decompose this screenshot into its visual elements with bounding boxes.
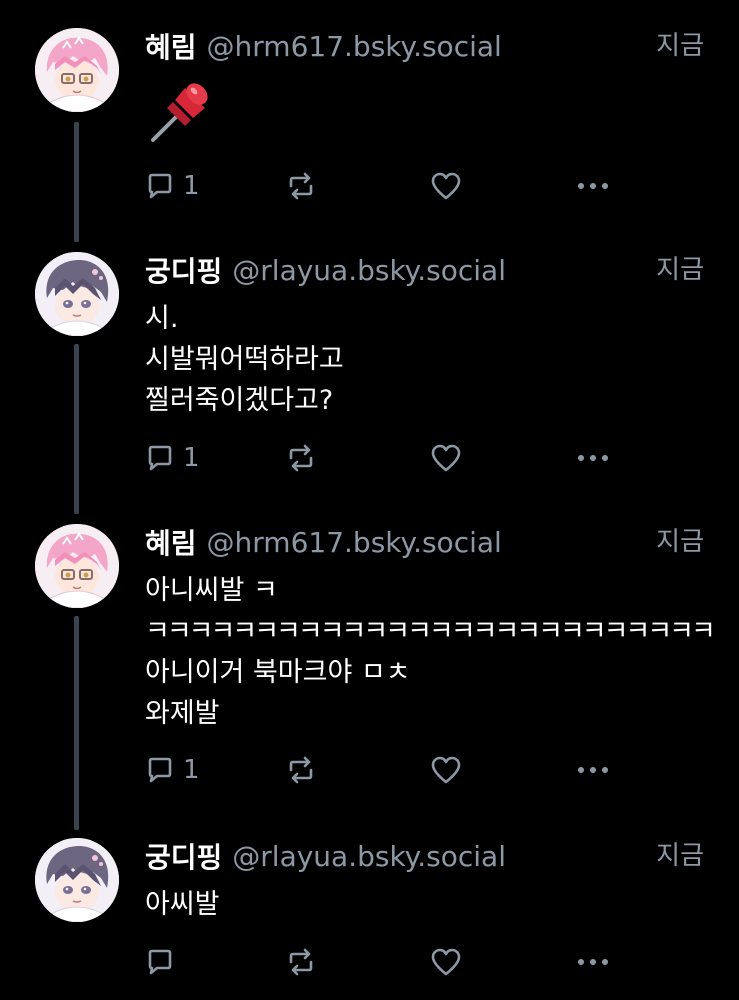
repost-arrows-icon (289, 756, 313, 784)
post-text-line: 아씨발 (145, 889, 220, 920)
post-body (145, 78, 709, 148)
avatar[interactable] (35, 838, 119, 922)
post-body: 아니씨발 ㅋ ㅋㅋㅋㅋㅋㅋㅋㅋㅋㅋㅋㅋㅋㅋㅋㅋㅋㅋㅋㅋㅋㅋㅋㅋㅋㅋ 아니이거 북… (145, 570, 716, 734)
heart-icon (431, 948, 461, 976)
like-button[interactable] (430, 440, 462, 476)
repost-button[interactable] (285, 752, 317, 788)
reply-bubble-icon (148, 173, 172, 199)
post[interactable]: 혜림 @hrm617.bsky.social 지금 아니씨발 ㅋ ㅋㅋㅋㅋㅋㅋㅋ… (0, 524, 739, 804)
timestamp: 지금 (656, 527, 704, 557)
repost-button[interactable] (285, 440, 317, 476)
reply-button[interactable]: 1 (145, 752, 200, 788)
display-name[interactable]: 궁디핑 (145, 836, 222, 876)
post-header: 궁디핑 @rlayua.bsky.social (145, 836, 709, 876)
purple-hair-character-avatar-icon (35, 838, 119, 922)
post-text-line: 찔러죽이겠다고? (145, 385, 334, 416)
display-name[interactable]: 궁디핑 (145, 250, 222, 290)
post-actions: 1 (145, 168, 615, 204)
more-options-button[interactable] (575, 440, 611, 476)
post-text-line: ㅋㅋㅋㅋㅋㅋㅋㅋㅋㅋㅋㅋㅋㅋㅋㅋㅋㅋㅋㅋㅋㅋㅋㅋㅋㅋ (145, 616, 716, 647)
purple-hair-character-avatar-icon (35, 252, 119, 336)
post-text-line: 시발뭐어떡하라고 (145, 344, 344, 375)
post[interactable]: 혜림 @hrm617.bsky.social 지금 1 (0, 28, 739, 238)
display-name[interactable]: 혜림 (145, 26, 197, 66)
avatar[interactable] (35, 524, 119, 608)
heart-icon (431, 172, 461, 200)
display-name[interactable]: 혜림 (145, 522, 197, 562)
repost-arrows-icon (289, 948, 313, 976)
pushpin-icon (151, 83, 208, 142)
more-dots-icon (578, 959, 608, 965)
handle[interactable]: @hrm617.bsky.social (207, 526, 709, 559)
reply-button[interactable]: 1 (145, 440, 200, 476)
reply-button[interactable]: 1 (145, 168, 200, 204)
post-body: 시. 시발뭐어떡하라고 찔러죽이겠다고? (145, 298, 709, 421)
like-button[interactable] (430, 944, 462, 980)
more-options-button[interactable] (575, 944, 611, 980)
timestamp: 지금 (656, 255, 704, 285)
pink-hair-character-avatar-icon (35, 524, 119, 608)
reply-button[interactable] (145, 944, 183, 980)
more-dots-icon (578, 767, 608, 773)
more-options-button[interactable] (575, 168, 611, 204)
pink-hair-character-avatar-icon (35, 28, 119, 112)
avatar[interactable] (35, 252, 119, 336)
handle[interactable]: @hrm617.bsky.social (207, 30, 709, 63)
handle[interactable]: @rlayua.bsky.social (232, 840, 709, 873)
timestamp: 지금 (656, 31, 704, 61)
like-button[interactable] (430, 168, 462, 204)
more-options-button[interactable] (575, 752, 611, 788)
post[interactable]: 궁디핑 @rlayua.bsky.social 지금 시. 시발뭐어떡하라고 찔… (0, 252, 739, 482)
like-button[interactable] (430, 752, 462, 788)
post-body: 아씨발 (145, 884, 709, 925)
repost-button[interactable] (285, 944, 317, 980)
more-dots-icon (578, 455, 608, 461)
reply-bubble-icon (148, 949, 172, 975)
post-text-line: 아니씨발 ㅋ (145, 575, 278, 606)
post-header: 혜림 @hrm617.bsky.social (145, 522, 709, 562)
post-actions: 1 (145, 752, 615, 788)
post-actions (145, 944, 615, 980)
post-header: 궁디핑 @rlayua.bsky.social (145, 250, 709, 290)
post-text-line: 시. (145, 303, 179, 334)
avatar[interactable] (35, 28, 119, 112)
post-actions: 1 (145, 440, 615, 476)
reply-count: 1 (183, 443, 200, 473)
heart-icon (431, 444, 461, 472)
post[interactable]: 궁디핑 @rlayua.bsky.social 지금 아씨발 (0, 838, 739, 998)
timestamp: 지금 (656, 841, 704, 871)
repost-arrows-icon (289, 444, 313, 472)
more-dots-icon (578, 183, 608, 189)
reply-count: 1 (183, 171, 200, 201)
post-text-line: 와제발 (145, 698, 220, 729)
reply-bubble-icon (148, 445, 172, 471)
post-header: 혜림 @hrm617.bsky.social (145, 26, 709, 66)
repost-button[interactable] (285, 168, 317, 204)
heart-icon (431, 756, 461, 784)
repost-arrows-icon (289, 172, 313, 200)
post-text-line: 아니이거 북마크야 ㅁㅊ (145, 657, 411, 688)
reply-count: 1 (183, 755, 200, 785)
handle[interactable]: @rlayua.bsky.social (232, 254, 709, 287)
reply-bubble-icon (148, 757, 172, 783)
